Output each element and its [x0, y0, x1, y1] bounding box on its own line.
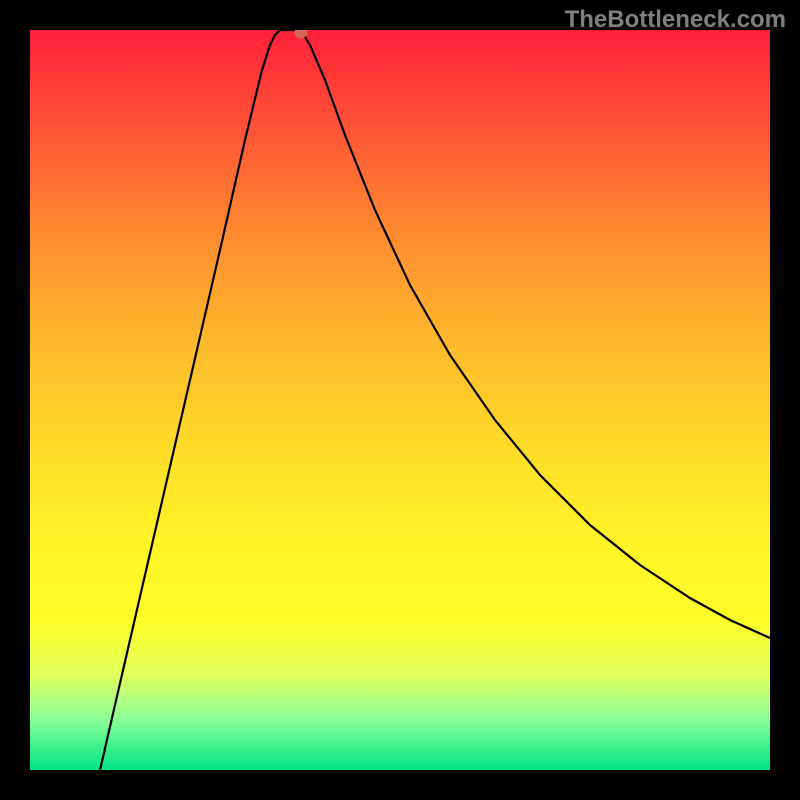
- plot-area: [30, 30, 770, 770]
- watermark-text: TheBottleneck.com: [565, 6, 786, 34]
- bottleneck-curve: [30, 30, 770, 770]
